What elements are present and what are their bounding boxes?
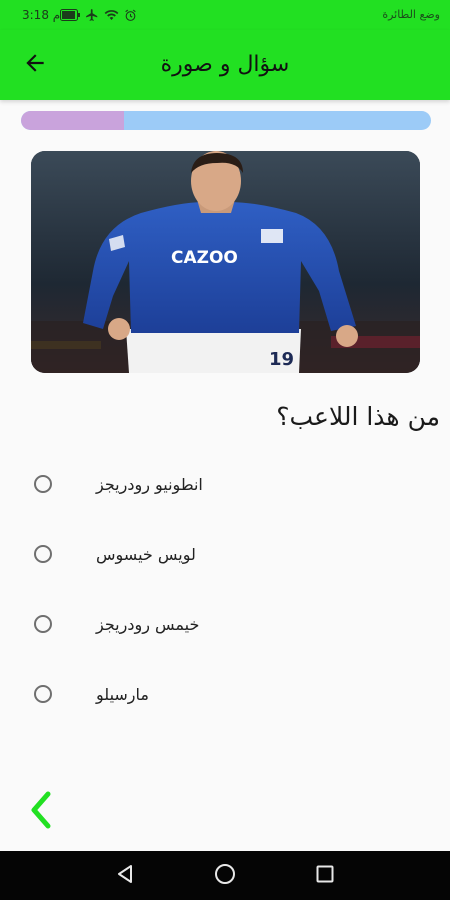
airplane-mode-label: وضع الطائرة <box>382 8 440 21</box>
page-title: سؤال و صورة <box>160 52 290 77</box>
answer-option-3[interactable]: خيمس رودريجز <box>30 596 410 656</box>
wifi-icon <box>104 9 119 21</box>
answer-option-label: خيمس رودريجز <box>96 615 200 634</box>
player-image: 19 CAZOO <box>31 151 420 373</box>
app-bar: سؤال و صورة <box>0 30 450 100</box>
status-icons <box>60 6 137 24</box>
radio-button[interactable] <box>34 545 52 563</box>
quiz-screen: 3:18 م وضع الطائرة سؤال و صورة 19 CAZOO … <box>0 0 450 900</box>
answer-option-1[interactable]: انطونيو رودريجز <box>30 456 410 516</box>
answer-option-2[interactable]: لويس خيسوس <box>30 526 410 586</box>
quiz-progress-bar <box>21 111 431 130</box>
radio-button[interactable] <box>34 685 52 703</box>
radio-button[interactable] <box>34 615 52 633</box>
status-time: 3:18 م <box>22 8 61 22</box>
status-bar: 3:18 م وضع الطائرة <box>0 0 450 30</box>
system-back-button[interactable] <box>112 863 138 889</box>
svg-text:19: 19 <box>269 349 294 370</box>
chevron-left-icon <box>24 791 60 836</box>
answer-option-4[interactable]: مارسيلو <box>30 666 410 726</box>
airplane-icon <box>85 8 99 22</box>
recents-square-icon <box>314 863 336 889</box>
radio-button[interactable] <box>34 475 52 493</box>
alarm-icon <box>124 9 137 22</box>
quiz-progress-fill <box>21 111 124 130</box>
question-text: من هذا اللاعب؟ <box>276 402 440 431</box>
back-triangle-icon <box>114 863 136 889</box>
system-recents-button[interactable] <box>312 863 338 889</box>
answer-option-label: لويس خيسوس <box>96 545 196 564</box>
battery-icon <box>60 9 80 21</box>
home-circle-icon <box>213 862 237 890</box>
answer-option-label: مارسيلو <box>96 685 149 704</box>
system-navigation-bar <box>0 851 450 900</box>
svg-text:CAZOO: CAZOO <box>171 248 238 268</box>
previous-question-button[interactable] <box>24 788 60 832</box>
system-home-button[interactable] <box>212 863 238 889</box>
answer-option-label: انطونيو رودريجز <box>96 475 203 494</box>
